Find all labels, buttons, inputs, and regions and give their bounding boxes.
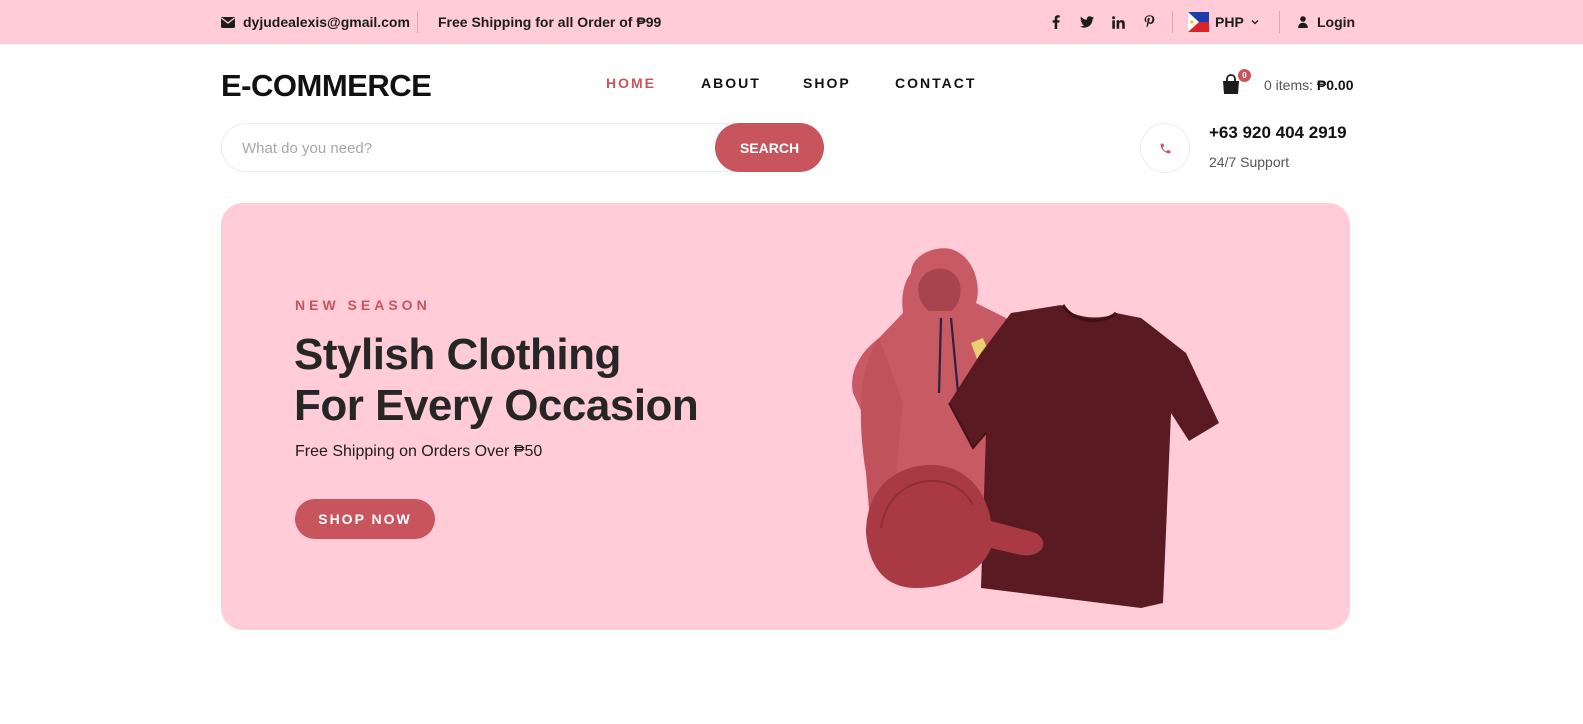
nav-about[interactable]: ABOUT (701, 75, 761, 91)
hero-title: Stylish Clothing For Every Occasion (294, 329, 699, 431)
chevron-down-icon (1251, 20, 1259, 25)
hero-title-line-2: For Every Occasion (294, 381, 699, 430)
linkedin-icon (1111, 15, 1125, 29)
email-contact[interactable]: dyjudealexis@gmail.com (221, 0, 410, 44)
pinterest-link[interactable] (1139, 0, 1159, 44)
currency-selector[interactable]: PHP (1188, 0, 1259, 44)
phone-icon-circle (1140, 123, 1190, 173)
hero-subtitle: Free Shipping on Orders Over ₱50 (295, 443, 543, 460)
nav-shop[interactable]: SHOP (803, 75, 851, 91)
login-label: Login (1317, 14, 1356, 30)
site-logo[interactable]: E-COMMERCE (221, 68, 432, 104)
linkedin-link[interactable] (1108, 0, 1128, 44)
twitter-icon (1080, 16, 1094, 28)
phone-icon (1160, 143, 1170, 153)
nav-home[interactable]: HOME (606, 75, 656, 91)
support-label: 24/7 Support (1209, 154, 1290, 170)
shop-now-button[interactable]: SHOP NOW (295, 499, 435, 539)
facebook-icon (1052, 15, 1060, 29)
email-text: dyjudealexis@gmail.com (243, 14, 410, 30)
phone-number[interactable]: +63 920 404 2919 (1209, 123, 1347, 143)
nav-contact[interactable]: CONTACT (895, 75, 976, 91)
pinterest-icon (1144, 15, 1154, 28)
tshirt-image (948, 304, 1219, 608)
philippines-flag-icon (1188, 12, 1209, 32)
envelope-icon (221, 16, 235, 28)
top-bar: dyjudealexis@gmail.com Free Shipping for… (0, 0, 1583, 44)
cart-total: ₱0.00 (1316, 77, 1354, 93)
cart-count-badge: 0 (1238, 69, 1251, 82)
divider (417, 11, 418, 33)
login-link[interactable]: Login (1298, 0, 1355, 44)
user-icon (1298, 16, 1308, 28)
hero-title-line-1: Stylish Clothing (294, 330, 621, 379)
cart-items-label: 0 items: (1264, 77, 1314, 93)
twitter-link[interactable] (1077, 0, 1097, 44)
shipping-notice: Free Shipping for all Order of ₱99 (438, 14, 662, 30)
search-input[interactable] (242, 136, 712, 160)
cart-summary[interactable]: 0 items: ₱0.00 (1264, 77, 1354, 93)
facebook-link[interactable] (1046, 0, 1066, 44)
divider (1172, 11, 1173, 33)
search-button[interactable]: SEARCH (715, 123, 824, 172)
currency-label: PHP (1215, 14, 1244, 30)
hero-eyebrow: NEW SEASON (295, 297, 431, 313)
hero-clothing-image (852, 248, 1219, 608)
divider (1279, 11, 1280, 33)
hero-banner: NEW SEASON Stylish Clothing For Every Oc… (221, 203, 1350, 630)
